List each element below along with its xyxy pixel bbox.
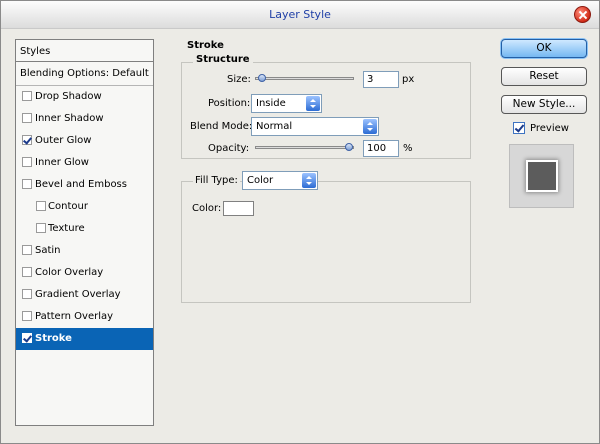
fill-type-select[interactable]: Color	[242, 171, 318, 190]
style-item-label: Bevel and Emboss	[35, 179, 127, 190]
title-bar[interactable]: Layer Style	[1, 1, 599, 29]
blend-mode-label: Blend Mode:	[190, 121, 253, 132]
size-input[interactable]: 3	[363, 71, 399, 88]
checkbox-icon[interactable]	[36, 223, 46, 233]
position-label: Position:	[208, 98, 251, 109]
style-item-label: Texture	[48, 223, 85, 234]
checkbox-icon[interactable]	[22, 267, 32, 277]
opacity-slider[interactable]	[255, 143, 354, 151]
blend-mode-value: Normal	[256, 121, 293, 132]
opacity-unit: %	[403, 143, 413, 154]
stroke-color-swatch[interactable]	[223, 201, 254, 216]
reset-button[interactable]: Reset	[501, 67, 587, 86]
position-value: Inside	[256, 98, 286, 109]
style-item-label: Gradient Overlay	[35, 289, 121, 300]
style-item-label: Inner Shadow	[35, 113, 104, 124]
style-item-label: Drop Shadow	[35, 91, 102, 102]
checkbox-icon[interactable]	[22, 135, 32, 145]
checkbox-icon[interactable]	[22, 289, 32, 299]
style-item-gradient-overlay[interactable]: Gradient Overlay	[16, 284, 153, 306]
style-item-inner-glow[interactable]: Inner Glow	[16, 152, 153, 174]
dropdown-arrow-icon[interactable]	[306, 96, 320, 111]
checkbox-icon[interactable]	[22, 245, 32, 255]
opacity-label: Opacity:	[208, 143, 250, 154]
window-title: Layer Style	[269, 8, 331, 21]
style-item-texture[interactable]: Texture	[16, 218, 153, 240]
style-item-label: Satin	[35, 245, 61, 256]
size-unit: px	[402, 74, 415, 85]
size-slider[interactable]	[255, 74, 354, 82]
styles-list: Styles Blending Options: Default Drop Sh…	[15, 39, 154, 426]
style-item-bevel-and-emboss[interactable]: Bevel and Emboss	[16, 174, 153, 196]
checkbox-icon[interactable]	[22, 179, 32, 189]
preview-checkbox[interactable]	[513, 122, 525, 134]
blending-options-item[interactable]: Blending Options: Default	[16, 62, 153, 86]
preview-label: Preview	[530, 123, 569, 134]
style-item-satin[interactable]: Satin	[16, 240, 153, 262]
fill-type-label: Fill Type:	[193, 175, 240, 186]
dropdown-arrow-icon[interactable]	[363, 119, 377, 134]
style-preview	[509, 144, 574, 208]
style-item-inner-shadow[interactable]: Inner Shadow	[16, 108, 153, 130]
stroke-section-title: Stroke	[187, 40, 224, 51]
style-item-label: Pattern Overlay	[35, 311, 114, 322]
checkbox-icon[interactable]	[22, 113, 32, 123]
blend-mode-select[interactable]: Normal	[251, 117, 379, 136]
layer-style-dialog: Layer Style Styles Blending Options: Def…	[0, 0, 600, 444]
dropdown-arrow-icon[interactable]	[302, 173, 316, 188]
style-item-outer-glow[interactable]: Outer Glow	[16, 130, 153, 152]
style-item-label: Contour	[48, 201, 88, 212]
structure-title: Structure	[193, 54, 253, 65]
checkbox-icon[interactable]	[36, 201, 46, 211]
preview-thumbnail	[526, 160, 558, 192]
style-item-pattern-overlay[interactable]: Pattern Overlay	[16, 306, 153, 328]
checkbox-icon[interactable]	[22, 311, 32, 321]
style-item-label: Stroke	[35, 333, 72, 344]
color-label: Color:	[192, 203, 222, 214]
fill-group	[181, 181, 471, 303]
slider-thumb-icon[interactable]	[257, 74, 266, 82]
style-item-label: Color Overlay	[35, 267, 104, 278]
slider-thumb-icon[interactable]	[345, 143, 353, 151]
style-item-label: Inner Glow	[35, 157, 89, 168]
checkbox-icon[interactable]	[22, 91, 32, 101]
style-item-color-overlay[interactable]: Color Overlay	[16, 262, 153, 284]
fill-type-value: Color	[247, 175, 274, 186]
checkbox-icon[interactable]	[22, 333, 32, 343]
style-item-label: Outer Glow	[35, 135, 92, 146]
ok-button[interactable]: OK	[501, 39, 587, 58]
position-select[interactable]: Inside	[251, 94, 322, 113]
checkbox-icon[interactable]	[22, 157, 32, 167]
close-icon[interactable]	[574, 6, 591, 23]
style-item-contour[interactable]: Contour	[16, 196, 153, 218]
style-item-drop-shadow[interactable]: Drop Shadow	[16, 86, 153, 108]
styles-header[interactable]: Styles	[16, 40, 153, 62]
opacity-input[interactable]: 100	[363, 140, 399, 157]
style-item-stroke[interactable]: Stroke	[16, 328, 153, 350]
size-label: Size:	[227, 74, 251, 85]
new-style-button[interactable]: New Style...	[501, 95, 587, 114]
